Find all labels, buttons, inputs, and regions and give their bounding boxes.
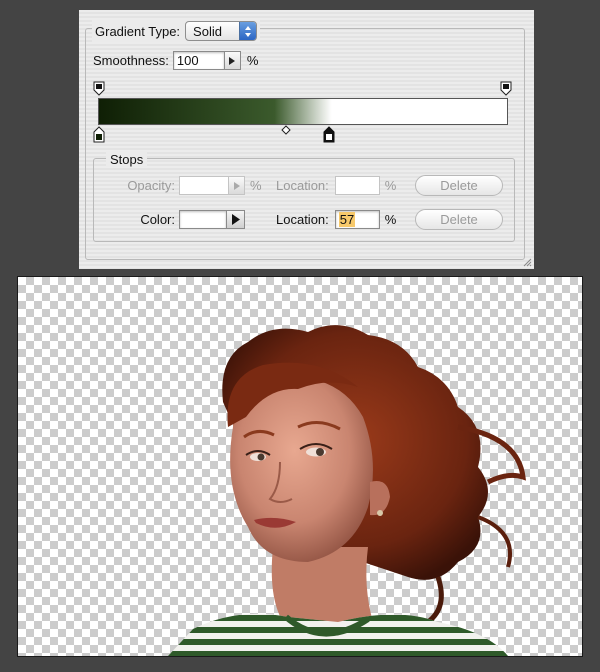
gradient-type-label: Gradient Type: [95,23,181,39]
stops-title: Stops [106,151,148,167]
opacity-row: Opacity: % [109,176,262,195]
color-location-input[interactable]: 57 [334,210,380,229]
opacity-location-label: Location: [276,178,329,193]
triangle-right-icon [231,214,240,225]
color-row: Color: [109,210,245,229]
smoothness-input[interactable]: 100 [172,51,225,70]
midpoint-diamond[interactable] [281,125,291,135]
color-stop-selected[interactable] [323,126,335,143]
color-location-label: Location: [276,212,329,227]
color-stepper[interactable] [227,210,245,229]
opacity-stop-left[interactable] [93,81,105,97]
triangle-right-icon [233,181,240,190]
opacity-stop-right[interactable] [500,81,512,97]
opacity-label: Opacity: [127,178,175,193]
smoothness-unit: % [246,53,259,68]
resize-grip-icon[interactable] [522,257,532,267]
opacity-input[interactable] [179,176,229,195]
gradient-editor-panel: Gradient Type: Solid Smoothness: 100 % S… [79,10,534,269]
smoothness-row: Smoothness: 100 % [93,51,258,70]
color-location-value: 57 [338,212,356,227]
gradient-type-row: Gradient Type: Solid [92,20,261,42]
color-swatch[interactable] [179,210,227,229]
color-stop-left[interactable] [93,126,105,143]
opacity-location-row: Location: % [276,176,396,195]
gradient-type-value: Solid [193,23,222,39]
opacity-location-input[interactable] [334,176,380,195]
portrait-image [168,325,526,656]
smoothness-label: Smoothness: [93,53,169,68]
smoothness-stepper[interactable] [224,51,241,70]
image-canvas[interactable] [17,276,583,657]
gradient-type-popup[interactable]: Solid [185,21,258,41]
opacity-delete-button[interactable]: Delete [415,175,503,196]
color-delete-button[interactable]: Delete [415,209,503,230]
color-location-unit: % [384,212,397,227]
popup-arrows-icon [239,22,257,40]
opacity-location-unit: % [384,178,397,193]
gradient-preview-bar[interactable] [98,98,508,125]
triangle-right-icon [229,56,236,65]
opacity-stepper[interactable] [229,176,245,195]
opacity-unit: % [250,178,262,193]
color-label: Color: [140,212,175,227]
color-location-row: Location: 57 % [276,210,396,229]
